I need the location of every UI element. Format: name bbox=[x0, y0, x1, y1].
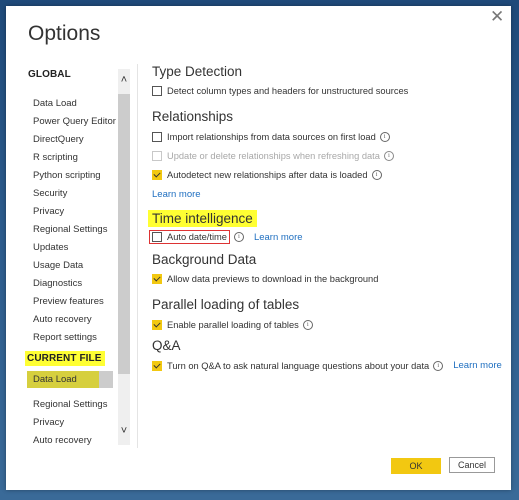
nav-item-updates[interactable]: Updates bbox=[33, 242, 68, 253]
learn-more-link[interactable]: Learn more bbox=[453, 360, 502, 371]
option-turn-on-qna[interactable]: Turn on Q&A to ask natural language ques… bbox=[152, 360, 502, 371]
checkbox bbox=[152, 151, 162, 161]
checkbox[interactable] bbox=[152, 232, 162, 242]
chevron-down-icon: ˅ bbox=[120, 425, 128, 437]
nav-item-security[interactable]: Security bbox=[33, 188, 67, 199]
close-button[interactable]: ✕ bbox=[490, 7, 505, 26]
checkbox[interactable] bbox=[152, 86, 162, 96]
relationships-learn-more-row: Learn more bbox=[152, 189, 201, 200]
nav-header-global: GLOBAL bbox=[28, 69, 71, 80]
info-icon[interactable]: i bbox=[433, 360, 444, 371]
nav-header-current-file: CURRENT FILE bbox=[25, 351, 105, 366]
nav-scrollbar[interactable]: ˄ ˅ bbox=[118, 69, 130, 445]
section-title-background-data: Background Data bbox=[152, 252, 257, 267]
nav-item-power-query-editor[interactable]: Power Query Editor bbox=[33, 116, 116, 127]
option-allow-data-previews[interactable]: Allow data previews to download in the b… bbox=[152, 274, 378, 284]
nav-item-r-scripting[interactable]: R scripting bbox=[33, 152, 78, 163]
nav-item-current-regional-settings[interactable]: Regional Settings bbox=[33, 399, 107, 410]
option-detect-column-types[interactable]: Detect column types and headers for unst… bbox=[152, 86, 408, 96]
section-title-type-detection: Type Detection bbox=[152, 64, 243, 79]
nav-item-preview-features[interactable]: Preview features bbox=[33, 296, 104, 307]
annotation-highlight-box: Auto date/time bbox=[149, 230, 230, 244]
option-enable-parallel-loading[interactable]: Enable parallel loading of tables i bbox=[152, 320, 313, 330]
checkbox-checked[interactable] bbox=[152, 360, 162, 371]
nav-item-python-scripting[interactable]: Python scripting bbox=[33, 170, 101, 181]
option-update-relationships: Update or delete relationships when refr… bbox=[152, 151, 394, 161]
nav-item-usage-data[interactable]: Usage Data bbox=[33, 260, 83, 271]
checkbox[interactable] bbox=[152, 132, 162, 142]
nav-item-current-auto-recovery[interactable]: Auto recovery bbox=[33, 435, 92, 446]
option-label: Enable parallel loading of tables bbox=[167, 320, 299, 330]
learn-more-link[interactable]: Learn more bbox=[152, 189, 201, 200]
option-label: Autodetect new relationships after data … bbox=[167, 170, 368, 180]
section-title-qna: Q&A bbox=[152, 338, 181, 353]
scroll-up-button[interactable]: ˄ bbox=[118, 72, 130, 88]
nav-item-data-load[interactable]: Data Load bbox=[33, 98, 77, 109]
option-auto-date-time[interactable]: Auto date/time i Learn more bbox=[149, 230, 303, 244]
option-label: Turn on Q&A to ask natural language ques… bbox=[167, 360, 430, 371]
section-title-parallel-loading: Parallel loading of tables bbox=[152, 297, 300, 312]
ok-button[interactable]: OK bbox=[391, 458, 441, 474]
info-icon[interactable]: i bbox=[383, 151, 394, 161]
checkbox-checked[interactable] bbox=[152, 320, 162, 330]
scroll-thumb[interactable] bbox=[118, 94, 130, 374]
nav-divider bbox=[137, 64, 138, 448]
info-icon[interactable]: i bbox=[302, 320, 313, 330]
checkbox-checked[interactable] bbox=[152, 170, 162, 180]
nav-item-regional-settings[interactable]: Regional Settings bbox=[33, 224, 107, 235]
close-icon: ✕ bbox=[490, 7, 505, 26]
dialog-title: Options bbox=[28, 22, 101, 45]
option-label: Update or delete relationships when refr… bbox=[167, 151, 380, 161]
section-title-time-intelligence: Time intelligence bbox=[148, 210, 257, 227]
nav-item-diagnostics[interactable]: Diagnostics bbox=[33, 278, 82, 289]
info-icon[interactable]: i bbox=[233, 232, 244, 242]
options-dialog: ✕ Options GLOBAL Data Load Power Query E… bbox=[6, 6, 511, 490]
section-title-relationships: Relationships bbox=[152, 109, 234, 124]
options-nav: GLOBAL Data Load Power Query Editor Dire… bbox=[6, 66, 136, 446]
nav-item-report-settings[interactable]: Report settings bbox=[33, 332, 97, 343]
nav-item-directquery[interactable]: DirectQuery bbox=[33, 134, 84, 145]
option-label: Import relationships from data sources o… bbox=[167, 132, 376, 142]
option-autodetect-relationships[interactable]: Autodetect new relationships after data … bbox=[152, 170, 382, 180]
option-label: Detect column types and headers for unst… bbox=[167, 86, 409, 96]
chevron-up-icon: ˄ bbox=[120, 74, 128, 86]
nav-item-current-privacy[interactable]: Privacy bbox=[33, 417, 64, 428]
option-import-relationships[interactable]: Import relationships from data sources o… bbox=[152, 132, 390, 142]
option-label: Allow data previews to download in the b… bbox=[167, 274, 379, 284]
nav-item-auto-recovery[interactable]: Auto recovery bbox=[33, 314, 92, 325]
info-icon[interactable]: i bbox=[379, 132, 390, 142]
option-label: Auto date/time bbox=[167, 232, 227, 242]
nav-item-privacy[interactable]: Privacy bbox=[33, 206, 64, 217]
checkbox-checked[interactable] bbox=[152, 274, 162, 284]
cancel-button[interactable]: Cancel bbox=[449, 457, 495, 473]
learn-more-link[interactable]: Learn more bbox=[254, 232, 303, 243]
nav-item-current-data-load[interactable]: Data Load bbox=[27, 371, 113, 388]
info-icon[interactable]: i bbox=[371, 170, 382, 180]
scroll-down-button[interactable]: ˅ bbox=[118, 423, 130, 439]
